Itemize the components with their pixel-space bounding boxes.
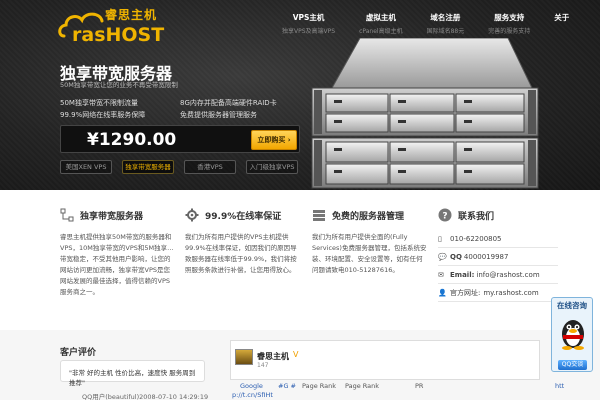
email-label: Email: bbox=[450, 270, 475, 279]
user-icon: 👤 bbox=[438, 288, 447, 297]
help-icon: ? bbox=[438, 208, 452, 222]
email-icon: ✉ bbox=[438, 270, 444, 279]
ticker-item[interactable]: #G # bbox=[278, 382, 296, 390]
contact-site: 👤 官方网址: my.rashost.com bbox=[438, 284, 558, 302]
ticker-item: Page Rank bbox=[345, 382, 380, 390]
ticker-item: PR bbox=[415, 382, 424, 390]
buy-button[interactable]: 立即购买 › bbox=[251, 130, 297, 150]
nav-hosting-sub: cPanel高级主机 bbox=[359, 28, 403, 35]
weibo-panel: 睿思主机 V 147 bbox=[230, 340, 540, 380]
phone-icon: ▯ bbox=[438, 234, 442, 243]
qq-penguin-icon bbox=[562, 320, 584, 350]
nav-vps-sub: 独享VPS及高端VPS bbox=[282, 28, 336, 35]
product-tabs: 美国XEN VPS 独享带宽服务器 香港VPS 入门级独享VPS bbox=[60, 160, 308, 174]
nav-hosting[interactable]: 虚拟主机 cPanel高级主机 bbox=[359, 12, 403, 35]
ticker-item[interactable]: htt bbox=[555, 382, 564, 390]
qq-value[interactable]: 4000019987 bbox=[464, 253, 509, 261]
nav-domain[interactable]: 域名注册 国际域名88元 bbox=[427, 12, 465, 35]
gear-icon bbox=[185, 208, 199, 222]
server-illustration bbox=[311, 38, 539, 189]
feature-title: 99.9%在线率保证 bbox=[205, 211, 282, 222]
nav-hosting-label: 虚拟主机 bbox=[365, 13, 396, 22]
ticker-item: Page Rank bbox=[302, 382, 337, 390]
nav-domain-label: 域名注册 bbox=[430, 13, 461, 22]
tab-dedicated-bandwidth[interactable]: 独享带宽服务器 bbox=[122, 160, 174, 174]
hero-banner: rasHOST 睿思主机 VPS主机 独享VPS及高端VPS 虚拟主机 cPan… bbox=[0, 0, 600, 190]
contact-qq: 💬 QQ 4000019987 bbox=[438, 248, 558, 266]
ticker-link[interactable]: p://t.cn/SfIHt bbox=[232, 391, 273, 399]
tab-hk-vps[interactable]: 香港VPS bbox=[184, 160, 236, 174]
contact-email: ✉ Email: info@rashost.com bbox=[438, 266, 558, 284]
reviews-title: 客户评价 bbox=[60, 348, 97, 358]
nav-vps[interactable]: VPS主机 独享VPS及高端VPS bbox=[282, 12, 335, 35]
server-icon bbox=[313, 210, 325, 221]
site-label: 官方网址: bbox=[450, 288, 481, 297]
contact-title: 联系我们 bbox=[458, 211, 495, 222]
price-box: ¥1290.00 立即购买 › bbox=[60, 125, 300, 153]
feature-column: 99.9%在线率保证 我们为所有用户提供的VPS主机提供99.9%在线率保证，如… bbox=[185, 208, 300, 276]
qq-label: QQ bbox=[450, 252, 462, 261]
consult-title: 在线咨询 bbox=[557, 301, 587, 310]
contact-column: ? 联系我们 ▯ 010-62200805 💬 QQ 4000019987 ✉ … bbox=[438, 208, 563, 302]
phone-value: 010-62200805 bbox=[450, 234, 502, 243]
hero-feature: 免费提供服务器管理服务 bbox=[180, 111, 257, 119]
email-value[interactable]: info@rashost.com bbox=[476, 271, 539, 279]
site-value[interactable]: my.rashost.com bbox=[483, 289, 538, 297]
nav-about[interactable]: 关于 bbox=[554, 12, 569, 35]
feature-column: 免费的服务器管理 我们为所有用户提供全面的(Fully Services)免费服… bbox=[312, 208, 427, 276]
nav-domain-sub: 国际域名88元 bbox=[426, 28, 465, 35]
weibo-count: 147 bbox=[257, 362, 269, 369]
nav-support[interactable]: 服务支持 完善的服务支持 bbox=[488, 12, 530, 35]
ticker-item[interactable]: Google bbox=[240, 382, 263, 390]
hero-feature: 99.9%网络在线率服务保障 bbox=[60, 111, 146, 119]
nav-support-sub: 完善的服务支持 bbox=[488, 28, 531, 35]
feature-title: 免费的服务器管理 bbox=[332, 211, 405, 222]
weibo-name[interactable]: 睿思主机 bbox=[257, 351, 289, 362]
main-nav: VPS主机 独享VPS及高端VPS 虚拟主机 cPanel高级主机 域名注册 国… bbox=[282, 12, 593, 35]
tab-xen-vps[interactable]: 美国XEN VPS bbox=[60, 160, 112, 174]
hero-subtitle: 50M独享带宽让您的业务不再受带宽限制 bbox=[60, 81, 178, 89]
verified-icon: V bbox=[293, 350, 299, 359]
network-icon bbox=[60, 208, 74, 222]
review-quote: "非常 好的主机 性价比高，速度快 服务周到 推荐" bbox=[60, 360, 205, 387]
logo-cn-text: 睿思主机 bbox=[105, 8, 158, 22]
feature-columns: 独享带宽服务器 睿思主机提供独享50M带宽的服务器和VPS，10M独享带宽的VP… bbox=[0, 190, 600, 330]
review-meta: QQ用户(beautiful)2008-07-10 14:29:19 bbox=[82, 393, 209, 400]
feature-text: 我们为所有用户提供的VPS主机提供99.9%在线率保证，如因我们的原因导致服务器… bbox=[185, 233, 297, 274]
feature-text: 我们为所有用户提供全面的(Fully Services)免费服务器管理，包括系统… bbox=[312, 233, 427, 274]
tab-entry-vps[interactable]: 入门级独享VPS bbox=[246, 160, 298, 174]
qq-chat-button[interactable]: QQ交谈 bbox=[558, 360, 587, 370]
hero-feature: 50M独享带宽不限制流量 bbox=[60, 99, 138, 107]
nav-support-label: 服务支持 bbox=[494, 13, 525, 22]
feature-title: 独享带宽服务器 bbox=[80, 211, 144, 222]
svg-text:?: ? bbox=[442, 212, 447, 222]
feature-column: 独享带宽服务器 睿思主机提供独享50M带宽的服务器和VPS，10M独享带宽的VP… bbox=[60, 208, 175, 298]
feature-text: 睿思主机提供独享50M带宽的服务器和VPS，10M独享带宽的VPS和5M独享… … bbox=[60, 233, 174, 296]
nav-vps-label: VPS主机 bbox=[292, 13, 325, 22]
chat-icon: 💬 bbox=[438, 252, 447, 261]
online-consult-widget[interactable]: 在线咨询 QQ交谈 bbox=[551, 297, 593, 372]
hero-feature: 8G内存并配备高端硬件RAID卡 bbox=[180, 99, 277, 107]
nav-about-label: 关于 bbox=[554, 13, 570, 22]
logo-brand-text: rasHOST bbox=[72, 24, 164, 46]
price-value: ¥1290.00 bbox=[87, 130, 177, 150]
weibo-avatar[interactable] bbox=[235, 349, 253, 365]
contact-phone: ▯ 010-62200805 bbox=[438, 230, 558, 248]
